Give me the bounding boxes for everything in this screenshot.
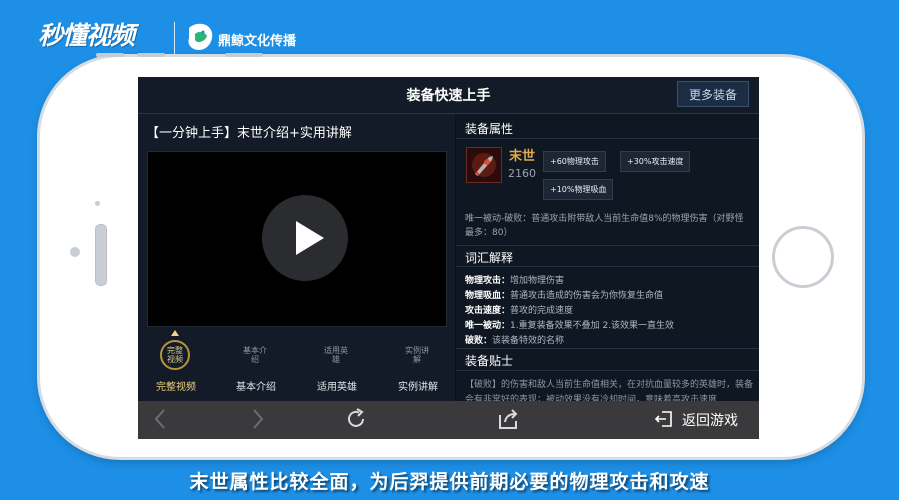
brand-logo: 秒懂视频 (38, 21, 135, 50)
divider (456, 138, 759, 139)
page-title: 装备快速上手 (406, 88, 491, 104)
video-title: 【一分钟上手】末世介绍+实用讲解 (146, 126, 352, 141)
play-button[interactable] (262, 195, 348, 281)
more-equipment-button[interactable]: 更多装备 (677, 81, 749, 107)
divider (456, 370, 759, 371)
stat-tag: +30%攻击速度 (620, 151, 691, 172)
app-screen: 装备快速上手 更多装备 【一分钟上手】末世介绍+实用讲解 完整视频 完整视频 基… (138, 77, 759, 439)
divider (456, 245, 759, 246)
video-panel: 【一分钟上手】末世介绍+实用讲解 完整视频 完整视频 基本介绍 基本介绍 适用英… (138, 114, 455, 401)
glossary-desc: 普通攻击造成的伤害会为你恢复生命值 (510, 291, 664, 301)
tab-example-explain[interactable]: 实例讲解 实例讲解 (380, 338, 460, 396)
forward-arrow-icon[interactable] (252, 409, 264, 429)
stat-tag: +60物理攻击 (543, 151, 606, 172)
back-arrow-icon[interactable] (154, 409, 166, 429)
glossary-row: 破败：该装备特效的名称 (465, 333, 755, 346)
tab-suitable-heroes[interactable]: 适用英雄 适用英雄 (299, 338, 379, 396)
blade-icon (467, 148, 501, 182)
refresh-icon[interactable] (345, 408, 367, 430)
glossary-desc: 1.重复装备效果不叠加 2.该效果一直生效 (510, 321, 675, 331)
item-attributes-heading: 装备属性 (465, 122, 514, 136)
brand-divider (174, 22, 175, 54)
tab-example-explain-icon: 实例讲解 (405, 346, 429, 364)
tab-suitable-heroes-icon: 适用英雄 (324, 346, 348, 364)
tab-label: 完整视频 (156, 382, 196, 393)
play-icon (296, 221, 324, 255)
back-to-game-button[interactable]: 返回游戏 (682, 410, 738, 430)
stat-tag: +10%物理吸血 (543, 179, 614, 200)
glossary-row: 物理吸血：普通攻击造成的伤害会为你恢复生命值 (465, 288, 755, 301)
tab-label: 实例讲解 (398, 382, 438, 393)
active-tab-indicator-icon (171, 330, 179, 336)
bottom-nav-bar: 返回游戏 (138, 401, 759, 439)
divider (456, 348, 759, 349)
glossary-term: 物理攻击： (465, 276, 511, 286)
whale-logo-icon (188, 23, 213, 50)
tab-basic-intro-icon: 基本介绍 (243, 346, 267, 364)
phone-camera (70, 247, 80, 257)
glossary-desc: 增加物理伤害 (510, 276, 565, 286)
phone-volume-button[interactable] (137, 53, 165, 57)
glossary-term: 攻击速度： (465, 306, 511, 316)
tab-basic-intro[interactable]: 基本介绍 基本介绍 (218, 338, 298, 396)
glossary-desc: 普攻的完成速度 (510, 306, 574, 316)
partner-name: 鼎鲸文化传播 (218, 34, 297, 49)
tab-full-video-icon: 完整视频 (160, 340, 190, 370)
phone-side-button[interactable] (225, 53, 263, 57)
glossary-term: 破败： (465, 336, 493, 346)
tab-full-video[interactable]: 完整视频 完整视频 (138, 338, 218, 396)
glossary-row: 物理攻击：增加物理伤害 (465, 273, 755, 286)
glossary-heading: 词汇解释 (465, 251, 514, 265)
glossary-row: 唯一被动：1.重复装备效果不叠加 2.该效果一直生效 (465, 318, 755, 331)
home-button[interactable] (772, 226, 834, 288)
item-name: 末世 (509, 149, 536, 164)
tips-heading: 装备贴士 (465, 354, 514, 368)
glossary-desc: 该装备特效的名称 (492, 336, 565, 346)
divider (456, 266, 759, 267)
glossary-row: 攻击速度：普攻的完成速度 (465, 303, 755, 316)
glossary-term: 唯一被动： (465, 321, 511, 331)
passive-description: 唯一被动-破败：普通攻击附带敌人当前生命值8%的物理伤害（对野怪最多：80） (465, 214, 744, 238)
exit-icon (654, 411, 672, 427)
tab-label: 基本介绍 (236, 382, 276, 393)
header-bar: 装备快速上手 更多装备 (138, 77, 759, 114)
item-icon (466, 147, 502, 183)
phone-sensor (95, 201, 100, 206)
share-icon[interactable] (497, 408, 519, 430)
info-panel: 装备属性 末世 2160 +60物理攻击 +30%攻击速度 +10%物理吸血 唯… (456, 114, 759, 405)
tab-label: 适用英雄 (317, 382, 357, 393)
video-subtitle: 末世属性比较全面，为后羿提供前期必要的物理攻击和攻速 (189, 471, 710, 493)
phone-speaker (95, 224, 107, 286)
phone-volume-button[interactable] (96, 53, 124, 57)
item-price: 2160 (508, 167, 536, 180)
glossary-term: 物理吸血： (465, 291, 511, 301)
video-player[interactable] (147, 151, 447, 327)
